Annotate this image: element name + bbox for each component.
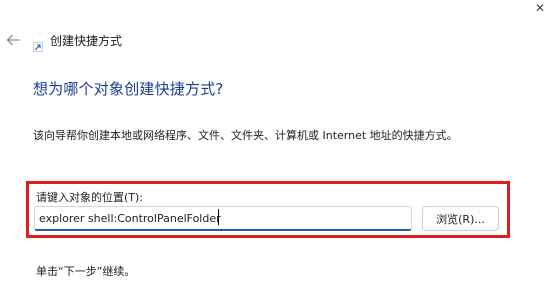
text-caret [218,209,219,225]
shortcut-icon [33,37,43,52]
close-icon[interactable]: ✕ [534,2,546,14]
continue-hint: 单击“下一步”继续。 [36,265,136,278]
page-heading: 想为哪个对象创建快捷方式? [33,80,224,98]
back-arrow-icon[interactable] [6,34,20,46]
browse-button[interactable]: 浏览(R)... [422,206,499,231]
location-input[interactable] [34,206,412,231]
create-shortcut-wizard: ✕ 创建快捷方式 想为哪个对象创建快捷方式? 该向导帮你创建本地或网络程序、文件… [0,0,550,288]
wizard-description: 该向导帮你创建本地或网络程序、文件、文件夹、计算机或 Internet 地址的快… [33,129,458,142]
location-label: 请键入对象的位置(T): [36,191,144,204]
wizard-title: 创建快捷方式 [50,34,123,48]
